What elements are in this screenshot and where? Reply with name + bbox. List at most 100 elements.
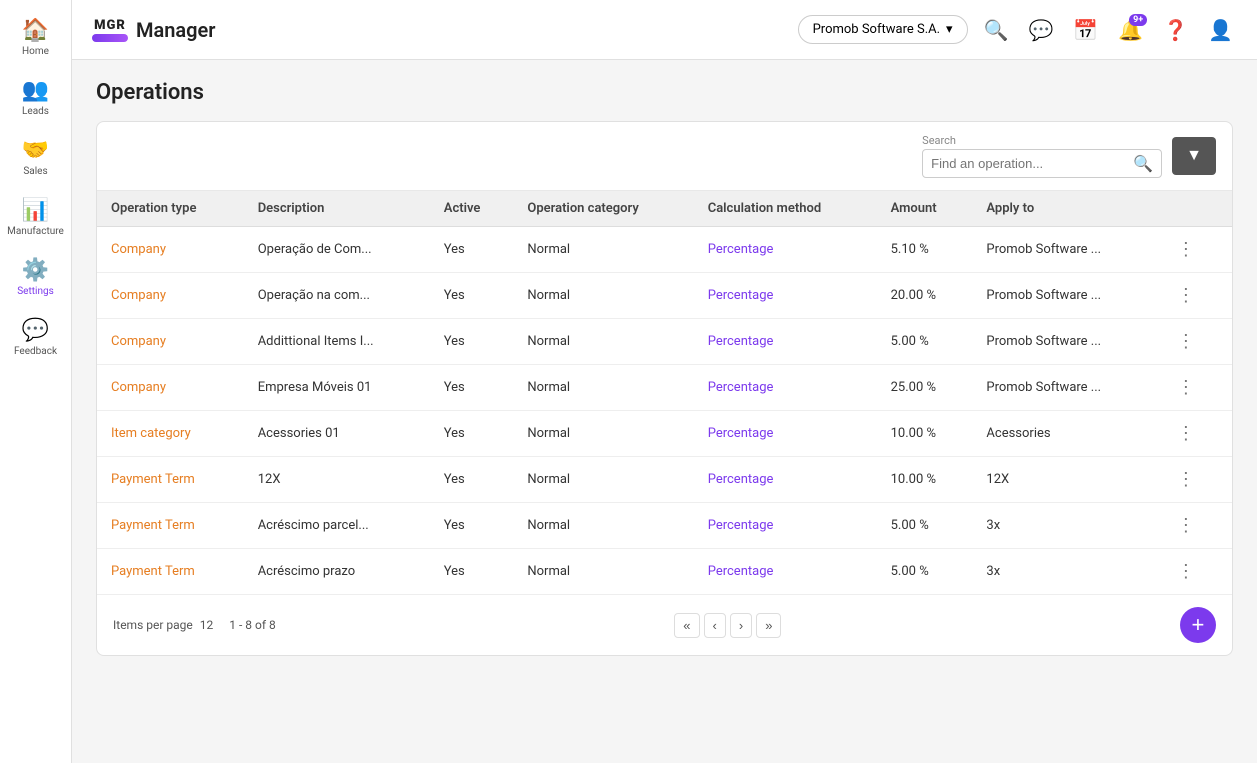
table-header-row: Operation type Description Active Operat… [97, 191, 1232, 227]
content: Operations Search 🔍 ▼ [72, 60, 1257, 763]
amount-cell: 25.00 % [877, 365, 973, 411]
sidebar-item-manufacture[interactable]: 📊 Manufacture [6, 190, 66, 246]
description-cell: Empresa Móveis 01 [244, 365, 430, 411]
active-cell: Yes [430, 503, 514, 549]
pagination-info: Items per page 12 1 - 8 of 8 [113, 618, 276, 632]
table-row: Company Empresa Móveis 01 Yes Normal Per… [97, 365, 1232, 411]
pagination-range: 1 - 8 of 8 [229, 618, 275, 632]
filter-button[interactable]: ▼ [1172, 137, 1216, 175]
next-page-button[interactable]: › [730, 613, 752, 638]
operation-type-cell[interactable]: Payment Term [97, 503, 244, 549]
table-row: Company Operação de Com... Yes Normal Pe… [97, 227, 1232, 273]
sidebar-label-feedback: Feedback [14, 346, 57, 358]
operation-type-cell[interactable]: Payment Term [97, 457, 244, 503]
apply-to-cell: 12X [972, 457, 1157, 503]
more-button-0[interactable]: ⋮ [1171, 237, 1201, 262]
app-name: Manager [136, 18, 216, 42]
sidebar-label-settings: Settings [17, 286, 54, 298]
add-operation-button[interactable]: + [1180, 607, 1216, 643]
category-cell: Normal [513, 227, 693, 273]
method-cell: Percentage [694, 273, 877, 319]
prev-page-button[interactable]: ‹ [704, 613, 726, 638]
last-page-button[interactable]: » [756, 613, 781, 638]
settings-icon: ⚙️ [22, 258, 49, 283]
company-selector[interactable]: Promob Software S.A. ▾ [798, 15, 968, 44]
more-button-3[interactable]: ⋮ [1171, 375, 1201, 400]
pagination-nav: « ‹ › » [674, 613, 781, 638]
category-cell: Normal [513, 411, 693, 457]
sidebar-item-settings[interactable]: ⚙️ Settings [6, 250, 66, 306]
col-apply-to: Apply to [972, 191, 1157, 227]
notifications-icon[interactable]: 🔔 9+ [1114, 14, 1147, 46]
more-actions-cell: ⋮ [1157, 365, 1232, 411]
table-row: Item category Acessories 01 Yes Normal P… [97, 411, 1232, 457]
filter-icon: ▼ [1186, 147, 1202, 165]
manufacture-icon: 📊 [22, 198, 49, 223]
more-button-7[interactable]: ⋮ [1171, 559, 1201, 584]
active-cell: Yes [430, 549, 514, 595]
apply-to-cell: Promob Software ... [972, 273, 1157, 319]
logo-box: MGR [92, 18, 128, 42]
help-icon[interactable]: ❓ [1159, 14, 1192, 46]
sidebar: 🏠 Home 👥 Leads 🤝 Sales 📊 Manufacture ⚙️ … [0, 0, 72, 763]
more-button-1[interactable]: ⋮ [1171, 283, 1201, 308]
sidebar-item-home[interactable]: 🏠 Home [6, 10, 66, 66]
company-name: Promob Software S.A. [813, 22, 940, 37]
description-cell: Operação de Com... [244, 227, 430, 273]
col-description: Description [244, 191, 430, 227]
more-actions-cell: ⋮ [1157, 273, 1232, 319]
category-cell: Normal [513, 319, 693, 365]
apply-to-cell: Promob Software ... [972, 319, 1157, 365]
operation-type-cell[interactable]: Company [97, 227, 244, 273]
amount-cell: 5.00 % [877, 319, 973, 365]
more-actions-cell: ⋮ [1157, 457, 1232, 503]
logo-bar [92, 34, 128, 42]
amount-cell: 5.10 % [877, 227, 973, 273]
more-actions-cell: ⋮ [1157, 549, 1232, 595]
topbar: MGR Manager Promob Software S.A. ▾ 🔍 💬 📅… [72, 0, 1257, 60]
col-active: Active [430, 191, 514, 227]
amount-cell: 20.00 % [877, 273, 973, 319]
category-cell: Normal [513, 365, 693, 411]
items-per-page-label: Items per page 12 [113, 618, 213, 632]
more-button-6[interactable]: ⋮ [1171, 513, 1201, 538]
chat-icon[interactable]: 💬 [1024, 14, 1057, 46]
search-icon[interactable]: 🔍 [980, 14, 1013, 46]
apply-to-cell: Promob Software ... [972, 365, 1157, 411]
sidebar-item-feedback[interactable]: 💬 Feedback [6, 310, 66, 366]
operation-type-cell[interactable]: Item category [97, 411, 244, 457]
method-cell: Percentage [694, 411, 877, 457]
table-row: Payment Term Acréscimo prazo Yes Normal … [97, 549, 1232, 595]
operation-type-cell[interactable]: Company [97, 319, 244, 365]
search-magnifier-icon: 🔍 [1133, 154, 1153, 173]
table-row: Company Operação na com... Yes Normal Pe… [97, 273, 1232, 319]
more-actions-cell: ⋮ [1157, 227, 1232, 273]
operations-table: Operation type Description Active Operat… [97, 191, 1232, 594]
operation-type-cell[interactable]: Company [97, 273, 244, 319]
more-button-4[interactable]: ⋮ [1171, 421, 1201, 446]
category-cell: Normal [513, 273, 693, 319]
active-cell: Yes [430, 457, 514, 503]
description-cell: Acréscimo parcel... [244, 503, 430, 549]
more-button-2[interactable]: ⋮ [1171, 329, 1201, 354]
calendar-icon[interactable]: 📅 [1069, 14, 1102, 46]
operation-type-cell[interactable]: Payment Term [97, 549, 244, 595]
method-cell: Percentage [694, 549, 877, 595]
sidebar-item-sales[interactable]: 🤝 Sales [6, 130, 66, 186]
first-page-button[interactable]: « [674, 613, 699, 638]
sidebar-item-leads[interactable]: 👥 Leads [6, 70, 66, 126]
more-button-5[interactable]: ⋮ [1171, 467, 1201, 492]
sidebar-label-manufacture: Manufacture [7, 226, 64, 238]
search-label: Search [922, 134, 1162, 147]
search-input[interactable] [931, 156, 1127, 171]
search-input-wrap: 🔍 [922, 149, 1162, 178]
description-cell: Acréscimo prazo [244, 549, 430, 595]
table-row: Company Addittional Items I... Yes Norma… [97, 319, 1232, 365]
more-actions-cell: ⋮ [1157, 503, 1232, 549]
user-icon[interactable]: 👤 [1204, 14, 1237, 46]
sidebar-label-leads: Leads [22, 106, 49, 118]
description-cell: Operação na com... [244, 273, 430, 319]
active-cell: Yes [430, 273, 514, 319]
method-cell: Percentage [694, 227, 877, 273]
operation-type-cell[interactable]: Company [97, 365, 244, 411]
